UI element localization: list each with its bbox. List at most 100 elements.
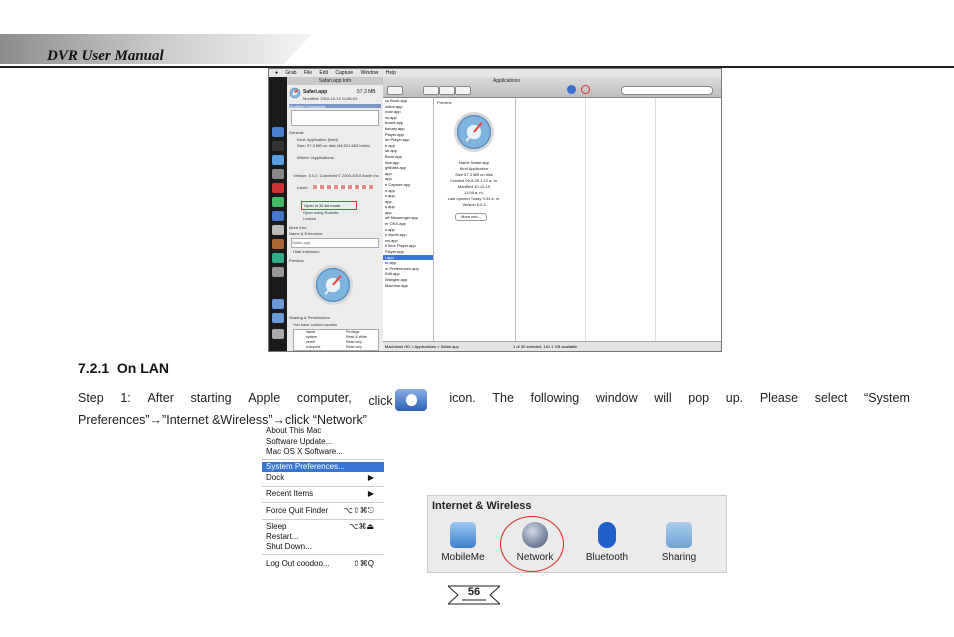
finder-title: Applications: [493, 78, 520, 84]
menu-item-log-out[interactable]: Log Out coodoo... ⇧⌘Q: [266, 559, 380, 569]
step-paragraph: Step 1: After starting Apple computer, c…: [78, 389, 910, 429]
no-entry-icon[interactable]: [581, 85, 590, 94]
menu-item-system-preferences[interactable]: System Preferences...: [262, 462, 384, 472]
pref-mobileme[interactable]: MobileMe: [428, 520, 498, 568]
app-list-item[interactable]: Machine.app: [383, 283, 433, 289]
force-quit-shortcut: ⌥⇧⌘⎋: [343, 506, 374, 515]
word: select: [814, 391, 848, 405]
menu-separator: [262, 502, 384, 503]
pref-sharing[interactable]: Sharing: [644, 520, 714, 568]
action-button[interactable]: [423, 86, 439, 95]
menu-item-recent-items[interactable]: Recent Items ▶: [266, 489, 380, 499]
menu-item-mac-os-software[interactable]: Mac OS X Software...: [266, 447, 380, 457]
pref-bluetooth[interactable]: Bluetooth: [572, 520, 642, 568]
perm-row-privilege[interactable]: Read only: [346, 340, 362, 344]
downloads-dock-icon[interactable]: [272, 313, 284, 323]
trash-dock-icon[interactable]: [272, 329, 284, 339]
menu-capture[interactable]: Capture: [335, 70, 353, 76]
info-circle-icon[interactable]: [567, 85, 576, 94]
itunes-dock-icon[interactable]: [272, 211, 284, 221]
empty-column: [585, 98, 656, 341]
menu-window[interactable]: Window: [361, 70, 379, 76]
word: Step: [78, 391, 104, 405]
more-info-header[interactable]: More Info:: [289, 225, 381, 230]
log-out-shortcut: ⇧⌘Q: [353, 559, 374, 568]
tools-dock-icon[interactable]: [272, 239, 284, 249]
menu-separator: [262, 459, 384, 460]
preview-size: Size 57.3 MB on disk: [455, 172, 493, 177]
sharing-header[interactable]: Sharing & Permissions:: [289, 315, 381, 320]
info-app-name: Safari.app: [303, 89, 328, 95]
page-number: 56: [467, 586, 481, 598]
menu-item-about[interactable]: About This Mac: [266, 426, 380, 436]
perm-row-privilege[interactable]: Read & Write: [346, 335, 367, 339]
iphoto-dock-icon[interactable]: [272, 197, 284, 207]
spotlight-comments-header[interactable]: Spotlight Comments:: [289, 104, 381, 109]
preview-dock-icon[interactable]: [272, 225, 284, 235]
menu-help[interactable]: Help: [386, 70, 396, 76]
folder-dock-icon[interactable]: [272, 299, 284, 309]
menu-grab[interactable]: Grab: [285, 70, 296, 76]
sleep-label: Sleep: [266, 522, 287, 531]
mail-dock-icon[interactable]: [272, 169, 284, 179]
word: 1:: [120, 391, 131, 405]
menu-item-force-quit[interactable]: Force Quit Finder ⌥⇧⌘⎋: [266, 506, 380, 516]
path-bar[interactable]: Macintosh HD > Applications > Safari.app: [385, 344, 459, 349]
perm-row-name: wheel: [306, 340, 316, 344]
safari-small-icon: [289, 87, 301, 99]
menu-item-dock[interactable]: Dock ▶: [266, 473, 380, 483]
perm-row-name: system: [306, 335, 318, 339]
spotlight-comments-field[interactable]: [291, 110, 379, 126]
permissions-table: Name Privilege system Read & Write wheel…: [293, 329, 379, 351]
word: window: [595, 391, 638, 405]
open-32bit-checkbox[interactable]: Open in 32-bit mode: [301, 201, 357, 210]
locked-checkbox[interactable]: Locked: [303, 216, 373, 221]
gear-button[interactable]: [455, 86, 471, 95]
preview-header[interactable]: Preview:: [289, 258, 381, 263]
perm-row-privilege[interactable]: Read only: [346, 345, 362, 349]
recent-items-label: Recent Items: [266, 489, 314, 498]
dashboard-dock-icon[interactable]: [272, 141, 284, 151]
name-field[interactable]: Safari.app: [291, 238, 379, 248]
menu-item-restart[interactable]: Restart...: [266, 532, 380, 542]
menu-item-shut-down[interactable]: Shut Down...: [266, 542, 380, 552]
hide-extension-checkbox[interactable]: Hide extension: [293, 249, 373, 254]
bluetooth-icon: [598, 522, 616, 548]
menu-item-software-update[interactable]: Software Update...: [266, 437, 380, 447]
dock-label: Dock: [266, 473, 285, 482]
word: pop: [688, 391, 710, 405]
quicklook-button[interactable]: [439, 86, 455, 95]
log-out-label: Log Out coodoo...: [266, 559, 330, 568]
pref-label: MobileMe: [441, 552, 485, 563]
more-info-button[interactable]: More info...: [455, 213, 487, 221]
perm-col-name: Name: [306, 330, 316, 334]
word: starting: [190, 391, 232, 405]
finder-status-bar: Macintosh HD > Applications > Safari.app…: [383, 341, 721, 351]
view-columns-button[interactable]: [387, 86, 403, 95]
network-highlight-ring: [500, 516, 564, 572]
dock: [269, 77, 287, 351]
internet-wireless-panel: Internet & Wireless MobileMe Network Blu…: [427, 495, 727, 573]
apple-logo-icon[interactable]: ●: [275, 70, 278, 76]
preview-name: Name Safari.app: [458, 160, 489, 165]
finder-dock-icon[interactable]: [272, 127, 284, 137]
perm-row-name: everyone: [306, 345, 321, 349]
general-header[interactable]: General:: [289, 130, 381, 135]
pref-label: Bluetooth: [585, 552, 629, 563]
word: up.: [725, 391, 744, 405]
word: icon.: [449, 391, 476, 405]
menu-separator: [262, 519, 384, 520]
label-color-dots[interactable]: [313, 185, 373, 189]
menu-item-sleep[interactable]: Sleep ⌥⌘⏏: [266, 522, 380, 532]
globe-dock-icon[interactable]: [272, 253, 284, 263]
finder-search-field[interactable]: [621, 86, 713, 95]
music-dock-icon[interactable]: [272, 267, 284, 277]
menu-edit[interactable]: Edit: [319, 70, 328, 76]
name-extension-header[interactable]: Name & Extension:: [289, 231, 381, 236]
ical-dock-icon[interactable]: [272, 183, 284, 193]
open-rosetta-checkbox[interactable]: Open using Rosetta: [303, 210, 373, 215]
mac-screenshot: ● Grab File Edit Capture Window Help Saf…: [268, 68, 722, 352]
safari-dock-icon[interactable]: [272, 155, 284, 165]
applications-list[interactable]: ss Book.app ulator.app ndar.app ss.app board…: [383, 98, 434, 341]
menu-file[interactable]: File: [304, 70, 312, 76]
